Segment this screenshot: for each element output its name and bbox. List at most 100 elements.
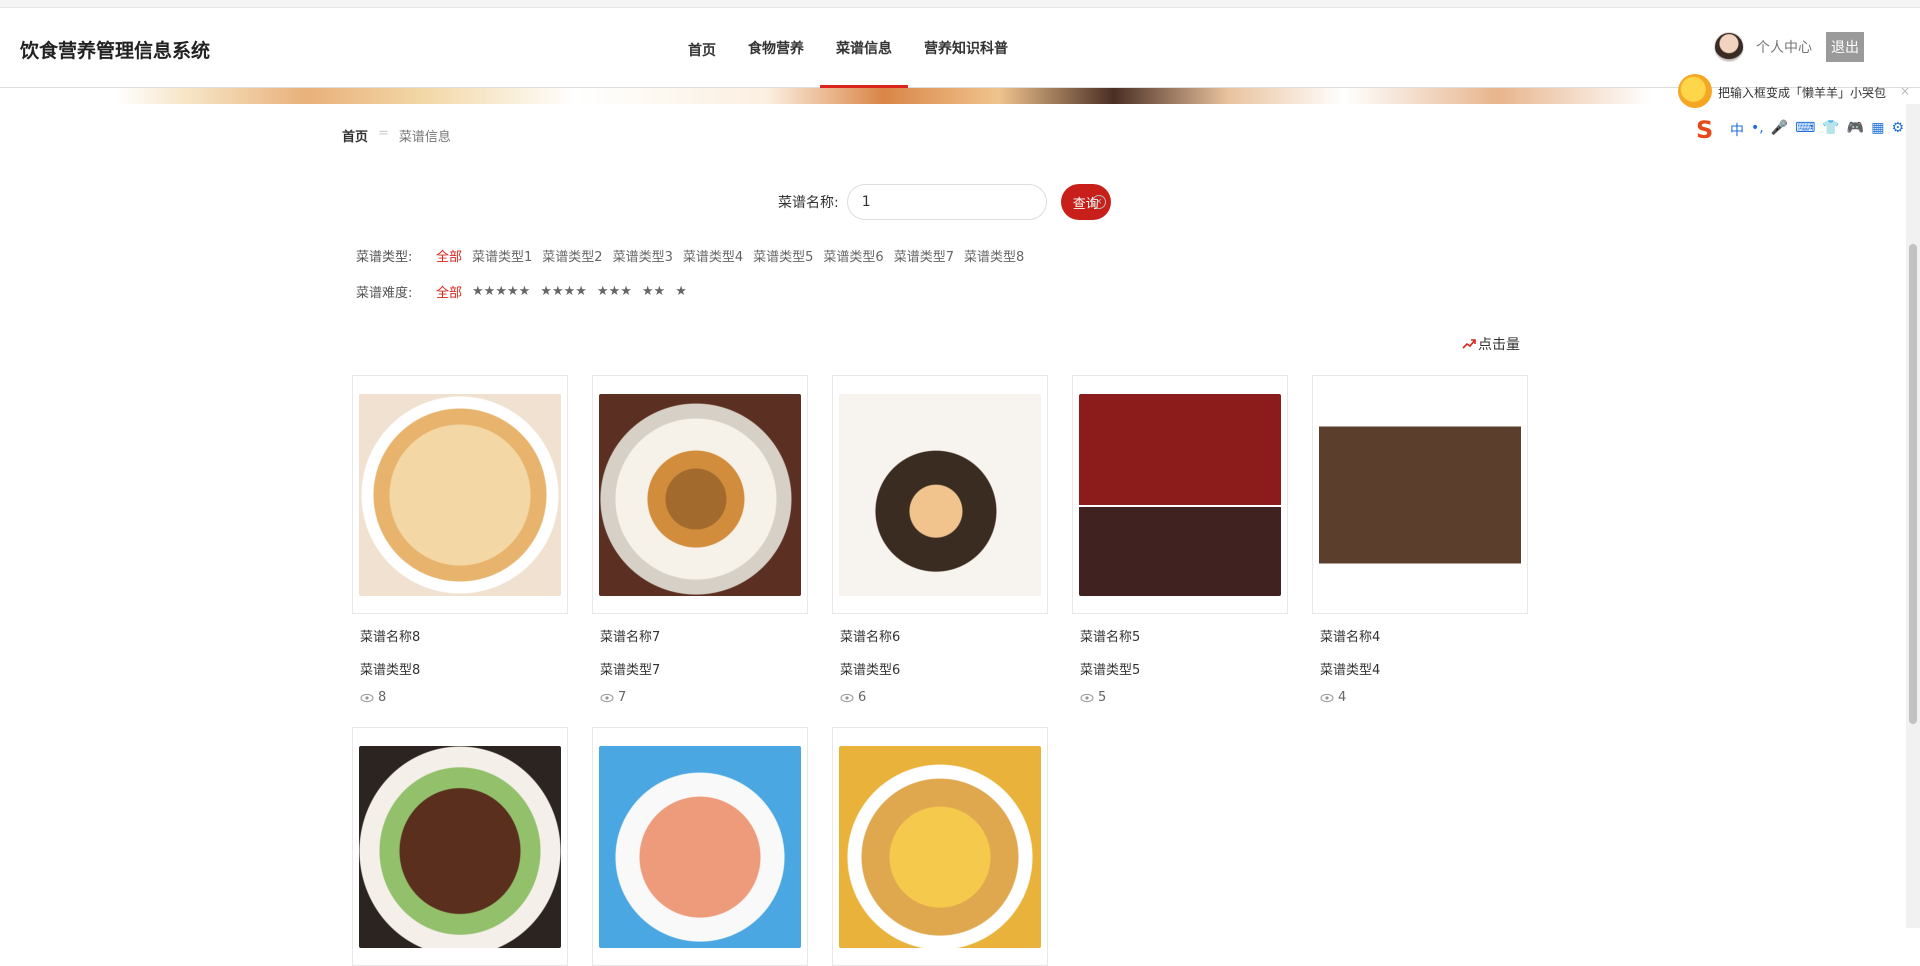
recipe-card[interactable]: 菜谱名称6 菜谱类型6 6 <box>832 375 1048 705</box>
type-option-6[interactable]: 菜谱类型6 <box>823 246 883 265</box>
recipe-type: 菜谱类型5 <box>1080 663 1141 678</box>
sort-label: 点击量 <box>1478 337 1520 353</box>
difficulty-option-all[interactable]: 全部 <box>436 282 462 301</box>
difficulty-filter-label: 菜谱难度: <box>356 286 413 301</box>
recipe-image[interactable] <box>359 746 561 948</box>
eye-icon <box>360 693 374 702</box>
recipe-card[interactable] <box>832 727 1048 966</box>
view-count: 5 <box>1098 690 1107 705</box>
nav-home[interactable]: 首页 <box>672 8 732 88</box>
game-icon[interactable]: 🎮 <box>1847 120 1864 140</box>
user-center-link[interactable]: 个人中心 <box>1756 37 1812 57</box>
type-option-2[interactable]: 菜谱类型2 <box>542 246 602 265</box>
difficulty-option-4[interactable]: ★★★★ <box>540 284 587 299</box>
type-option-5[interactable]: 菜谱类型5 <box>753 246 813 265</box>
recipe-views: 5 <box>1072 690 1288 705</box>
eye-icon <box>1320 693 1334 702</box>
breadcrumb-current: 菜谱信息 <box>398 130 451 145</box>
eye-icon <box>840 693 854 702</box>
clear-icon[interactable]: × <box>1091 195 1106 209</box>
sogou-logo-icon[interactable]: S <box>1696 116 1722 144</box>
recipe-type: 菜谱类型4 <box>1320 663 1381 678</box>
close-icon[interactable]: × <box>1900 84 1910 98</box>
chinese-mode-icon[interactable]: 中 <box>1730 120 1744 140</box>
ime-tip-text[interactable]: 把输入框变成「懒羊羊」小哭包 <box>1718 84 1886 101</box>
site-header: 饮食营养管理信息系统 首页 食物营养 菜谱信息 营养知识科普 个人中心 退出 <box>0 8 1920 88</box>
recipe-name[interactable]: 菜谱名称7 <box>592 626 808 645</box>
recipe-views: 4 <box>1312 690 1528 705</box>
window-top-edge <box>0 0 1920 8</box>
eye-icon <box>600 693 614 702</box>
recipe-views: 7 <box>592 690 808 705</box>
recipe-image[interactable] <box>1319 394 1521 596</box>
scrollbar-thumb[interactable] <box>1909 244 1917 724</box>
recipe-type: 菜谱类型8 <box>360 663 421 678</box>
recipe-name[interactable]: 菜谱名称8 <box>352 626 568 645</box>
nav-recipes[interactable]: 菜谱信息 <box>820 8 908 88</box>
recipe-type: 菜谱类型6 <box>840 663 901 678</box>
settings-icon[interactable]: ⚙ <box>1891 120 1904 140</box>
type-filter: 菜谱类型: 全部 菜谱类型1 菜谱类型2 菜谱类型3 菜谱类型4 菜谱类型5 菜… <box>356 246 1034 265</box>
difficulty-option-1[interactable]: ★ <box>675 284 687 299</box>
apps-grid-icon[interactable]: ▦ <box>1871 120 1884 140</box>
view-count: 8 <box>378 690 387 705</box>
difficulty-option-5[interactable]: ★★★★★ <box>472 284 530 299</box>
recipe-image-frame <box>832 727 1048 966</box>
search-input-wrap: × <box>846 184 1106 220</box>
recipe-name[interactable]: 菜谱名称6 <box>832 626 1048 645</box>
type-option-1[interactable]: 菜谱类型1 <box>472 246 532 265</box>
eye-icon <box>1080 693 1094 702</box>
recipe-name[interactable]: 菜谱名称5 <box>1072 626 1288 645</box>
recipe-image-frame <box>352 727 568 966</box>
food-banner-image <box>0 88 1920 104</box>
keyboard-icon[interactable]: ⌨ <box>1795 120 1815 140</box>
recipe-image[interactable] <box>359 394 561 596</box>
recipe-name-input[interactable] <box>846 184 1047 220</box>
sun-mascot-icon <box>1678 74 1712 108</box>
nav-food-nutrition[interactable]: 食物营养 <box>732 8 820 88</box>
breadcrumb-home[interactable]: 首页 <box>342 126 368 145</box>
difficulty-filter: 菜谱难度: 全部 ★★★★★ ★★★★ ★★★ ★★ ★ <box>356 282 697 301</box>
recipe-image[interactable] <box>599 394 801 596</box>
recipe-image[interactable] <box>839 394 1041 596</box>
difficulty-option-2[interactable]: ★★ <box>642 284 665 299</box>
recipe-views: 8 <box>352 690 568 705</box>
type-option-all[interactable]: 全部 <box>436 246 462 265</box>
trend-up-icon <box>1462 339 1476 349</box>
recipe-card[interactable]: 菜谱名称5 菜谱类型5 5 <box>1072 375 1288 705</box>
logout-button[interactable]: 退出 <box>1826 32 1864 62</box>
difficulty-option-3[interactable]: ★★★ <box>597 284 632 299</box>
recipe-image-frame <box>592 375 808 614</box>
site-title: 饮食营养管理信息系统 <box>20 40 211 62</box>
ime-toolbar: 把输入框变成「懒羊羊」小哭包 × S 中 •, 🎤 ⌨ 👕 🎮 ▦ ⚙ <box>1676 74 1920 146</box>
type-option-3[interactable]: 菜谱类型3 <box>613 246 673 265</box>
recipe-views: 6 <box>832 690 1048 705</box>
recipe-card[interactable]: 菜谱名称7 菜谱类型7 7 <box>592 375 808 705</box>
search-label: 菜谱名称: <box>778 195 839 211</box>
type-option-7[interactable]: 菜谱类型7 <box>894 246 954 265</box>
recipe-image[interactable] <box>1079 394 1281 596</box>
type-filter-label: 菜谱类型: <box>356 250 413 265</box>
ime-icon-row: 中 •, 🎤 ⌨ 👕 🎮 ▦ ⚙ <box>1730 120 1904 140</box>
avatar[interactable] <box>1714 32 1744 62</box>
skin-icon[interactable]: 👕 <box>1822 120 1839 140</box>
recipe-image-frame <box>592 727 808 966</box>
recipe-image-frame <box>1072 375 1288 614</box>
breadcrumb: 首页 = 菜谱信息 <box>342 126 451 145</box>
nav-nutrition-knowledge[interactable]: 营养知识科普 <box>908 8 1024 88</box>
recipe-image[interactable] <box>839 746 1041 948</box>
microphone-icon[interactable]: 🎤 <box>1771 120 1788 140</box>
type-option-8[interactable]: 菜谱类型8 <box>964 246 1024 265</box>
recipe-card[interactable]: 菜谱名称4 菜谱类型4 4 <box>1312 375 1528 705</box>
breadcrumb-separator: = <box>378 126 389 141</box>
type-option-4[interactable]: 菜谱类型4 <box>683 246 743 265</box>
recipe-card[interactable] <box>592 727 808 966</box>
recipe-image[interactable] <box>599 746 801 948</box>
punctuation-icon[interactable]: •, <box>1751 120 1764 140</box>
sort-by-clicks[interactable]: 点击量 <box>1462 334 1520 354</box>
recipe-card[interactable]: 菜谱名称8 菜谱类型8 8 <box>352 375 568 705</box>
view-count: 7 <box>618 690 627 705</box>
recipe-name[interactable]: 菜谱名称4 <box>1312 626 1528 645</box>
page-scrollbar[interactable] <box>1906 104 1920 928</box>
recipe-card[interactable] <box>352 727 568 966</box>
